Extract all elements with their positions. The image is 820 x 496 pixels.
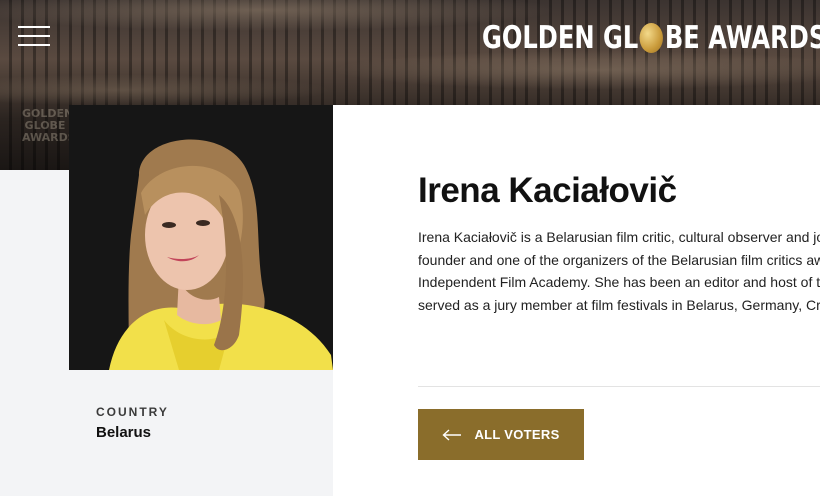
arrow-left-icon bbox=[442, 428, 462, 441]
background-logo: GOLDEN GLOBE AWARDS bbox=[22, 108, 76, 144]
bio-line: Irena Kaciałovič is a Belarusian film cr… bbox=[418, 229, 820, 245]
bio-line: Independent Film Academy. She has been a… bbox=[418, 274, 820, 290]
globe-icon bbox=[639, 23, 664, 53]
section-divider bbox=[418, 386, 820, 387]
voter-portrait bbox=[69, 105, 333, 370]
all-voters-label: ALL VOTERS bbox=[474, 427, 560, 442]
brand-logo[interactable]: GOLDEN GL BE AWARDS ® bbox=[482, 18, 820, 58]
background-logo-line: AWARDS bbox=[22, 131, 76, 144]
bio-line: served as a jury member at film festival… bbox=[418, 296, 820, 313]
voter-name: Irena Kaciałovič bbox=[418, 171, 677, 210]
voter-bio: Irena Kaciałovič is a Belarusian film cr… bbox=[418, 226, 820, 316]
voter-profile-content: Irena Kaciałovič Irena Kaciałovič is a B… bbox=[333, 105, 820, 496]
brand-text-right: BE AWARDS bbox=[664, 20, 820, 56]
country-label: COUNTRY bbox=[96, 405, 169, 419]
hamburger-menu-icon[interactable] bbox=[18, 26, 52, 50]
brand-text-left: GOLDEN GL bbox=[482, 20, 639, 56]
all-voters-button[interactable]: ALL VOTERS bbox=[418, 409, 584, 460]
bio-line: founder and one of the organizers of the… bbox=[418, 251, 820, 268]
left-spacer-panel bbox=[0, 170, 70, 496]
voter-details-card: COUNTRY Belarus bbox=[69, 370, 333, 496]
country-value: Belarus bbox=[96, 424, 152, 441]
